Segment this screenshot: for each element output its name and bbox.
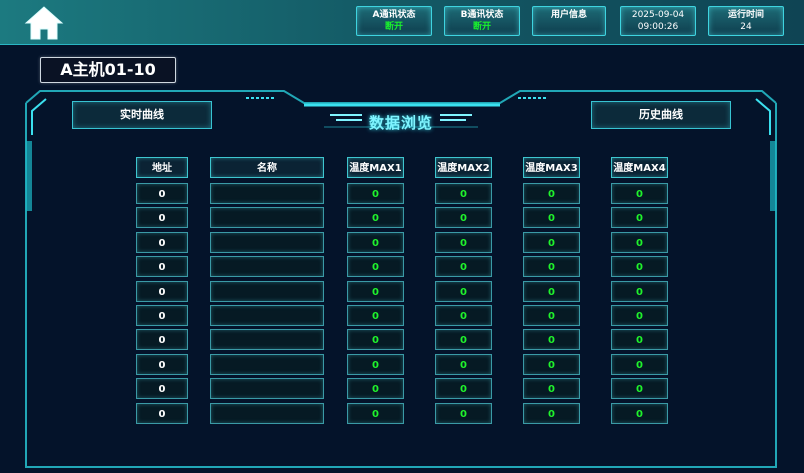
- comm-status-b: B通讯状态 断开: [444, 6, 520, 36]
- date-text: 2025-09-04: [631, 10, 685, 20]
- temp-max2-cell: 0: [435, 378, 492, 399]
- address-cell: 0: [136, 329, 188, 350]
- temp-max3-cell: 0: [523, 378, 580, 399]
- address-cell: 0: [136, 232, 188, 253]
- comm-status-a: A通讯状态 断开: [356, 6, 432, 36]
- temp-max4-cell: 0: [611, 207, 668, 228]
- temp-max2-cell: 0: [435, 403, 492, 424]
- header-temp-max3: 温度MAX3: [523, 157, 580, 178]
- temp-max1-cell: 0: [347, 403, 404, 424]
- temp-max4-cell: 0: [611, 305, 668, 326]
- runtime-display: 运行时间 24: [708, 6, 784, 36]
- runtime-value: 24: [740, 22, 752, 32]
- address-cell: 0: [136, 256, 188, 277]
- column-temp-max2: 温度MAX2: [435, 157, 492, 178]
- address-cell: 0: [136, 281, 188, 302]
- temp-max2-cell: 0: [435, 256, 492, 277]
- column-temp-max1: 温度MAX1: [347, 157, 404, 178]
- temp-max2-cell: 0: [435, 354, 492, 375]
- temp-max2-cell: 0: [435, 329, 492, 350]
- home-icon[interactable]: [24, 5, 64, 41]
- temp-max1-cell: 0: [347, 305, 404, 326]
- temp-max3-cell: 0: [523, 329, 580, 350]
- temp-max1-cell: 0: [347, 256, 404, 277]
- temp-max4-cell: 0: [611, 403, 668, 424]
- top-bar: A通讯状态 断开 B通讯状态 断开 用户信息 2025-09-04 09:00:…: [0, 0, 804, 45]
- header-temp-max1: 温度MAX1: [347, 157, 404, 178]
- comm-status-a-value: 断开: [384, 22, 403, 32]
- history-curve-button[interactable]: 历史曲线: [591, 101, 731, 129]
- name-field[interactable]: [210, 281, 324, 302]
- temp-max1-cell: 0: [347, 354, 404, 375]
- temp-max3-cell: 0: [523, 256, 580, 277]
- page-title: A主机01-10: [40, 57, 176, 83]
- address-cell: 0: [136, 183, 188, 204]
- temp-max3-cell: 0: [523, 207, 580, 228]
- name-field[interactable]: [210, 183, 324, 204]
- header-temp-max2: 温度MAX2: [435, 157, 492, 178]
- header-temp-max4: 温度MAX4: [611, 157, 668, 178]
- temp-max1-cell: 0: [347, 183, 404, 204]
- address-cell: 0: [136, 378, 188, 399]
- temp-max4-cell: 0: [611, 256, 668, 277]
- temp-max4-cell: 0: [611, 354, 668, 375]
- column-temp-max4: 温度MAX4: [611, 157, 668, 178]
- address-cell: 0: [136, 305, 188, 326]
- section-title: 数据浏览: [368, 114, 433, 132]
- user-info-label: 用户信息: [550, 10, 587, 20]
- column-temp-max3: 温度MAX3: [523, 157, 580, 178]
- temp-max4-cell: 0: [611, 378, 668, 399]
- name-field[interactable]: [210, 232, 324, 253]
- column-address: 地址: [136, 157, 188, 178]
- name-field[interactable]: [210, 329, 324, 350]
- comm-status-b-label: B通讯状态: [460, 10, 504, 20]
- address-cell: 0: [136, 403, 188, 424]
- name-field[interactable]: [210, 354, 324, 375]
- name-field[interactable]: [210, 305, 324, 326]
- name-field[interactable]: [210, 256, 324, 277]
- runtime-label: 运行时间: [727, 10, 764, 20]
- temp-max2-cell: 0: [435, 305, 492, 326]
- temp-max3-cell: 0: [523, 403, 580, 424]
- temp-max4-cell: 0: [611, 183, 668, 204]
- comm-status-b-value: 断开: [472, 22, 491, 32]
- temp-max1-cell: 0: [347, 281, 404, 302]
- temp-max4-cell: 0: [611, 281, 668, 302]
- address-cell: 0: [136, 354, 188, 375]
- comm-status-a-label: A通讯状态: [372, 10, 416, 20]
- temp-max3-cell: 0: [523, 183, 580, 204]
- temp-max3-cell: 0: [523, 354, 580, 375]
- temp-max1-cell: 0: [347, 378, 404, 399]
- header-address: 地址: [136, 157, 188, 178]
- header-name: 名称: [210, 157, 324, 178]
- temp-max2-cell: 0: [435, 207, 492, 228]
- temp-max2-cell: 0: [435, 183, 492, 204]
- name-field[interactable]: [210, 207, 324, 228]
- temp-max1-cell: 0: [347, 207, 404, 228]
- datetime-display: 2025-09-04 09:00:26: [620, 6, 696, 36]
- address-cell: 0: [136, 207, 188, 228]
- temp-max2-cell: 0: [435, 281, 492, 302]
- temp-max1-cell: 0: [347, 232, 404, 253]
- temp-max3-cell: 0: [523, 281, 580, 302]
- name-field[interactable]: [210, 378, 324, 399]
- time-text: 09:00:26: [637, 22, 679, 32]
- user-info-button[interactable]: 用户信息: [532, 6, 606, 36]
- temp-max2-cell: 0: [435, 232, 492, 253]
- temp-max3-cell: 0: [523, 305, 580, 326]
- temp-max1-cell: 0: [347, 329, 404, 350]
- temp-max4-cell: 0: [611, 329, 668, 350]
- name-field[interactable]: [210, 403, 324, 424]
- realtime-curve-button[interactable]: 实时曲线: [72, 101, 212, 129]
- temp-max3-cell: 0: [523, 232, 580, 253]
- column-name: 名称: [210, 157, 324, 178]
- temp-max4-cell: 0: [611, 232, 668, 253]
